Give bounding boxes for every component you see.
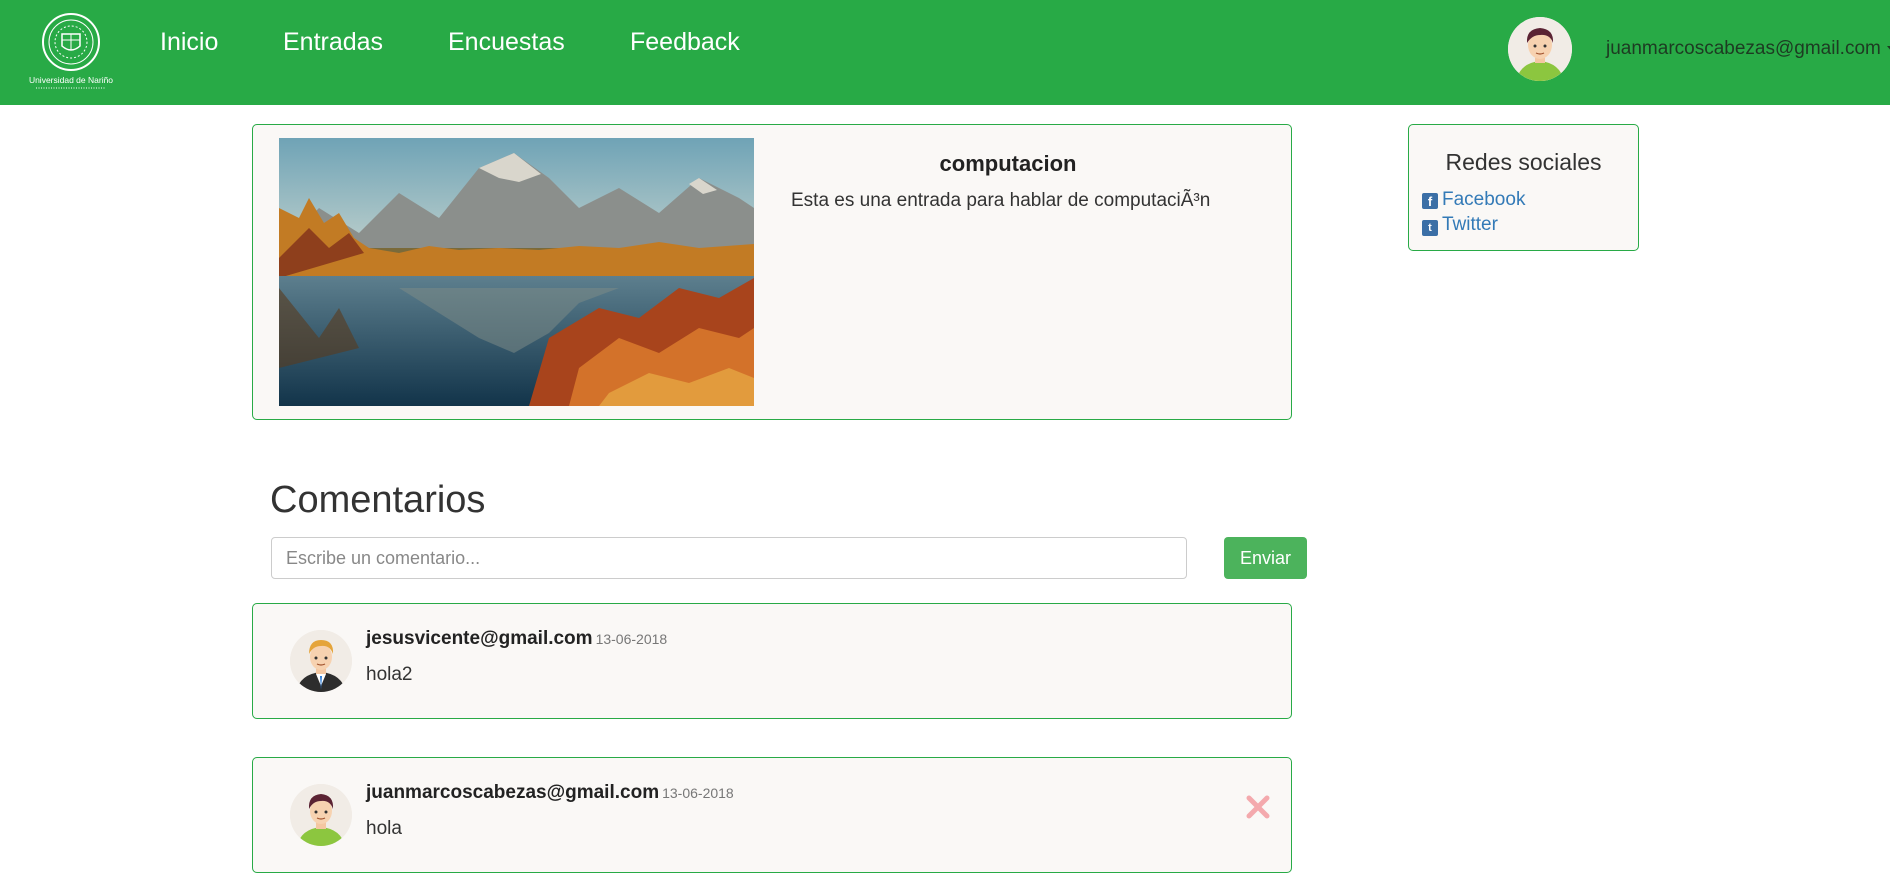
nav-link-encuestas[interactable]: Encuestas	[448, 28, 565, 57]
top-navbar: Universidad de Nariño Inicio Entradas En…	[0, 0, 1890, 105]
send-button[interactable]: Enviar	[1224, 537, 1307, 579]
nav-link-feedback[interactable]: Feedback	[630, 28, 740, 57]
comment-text: hola	[366, 818, 402, 839]
comment-date: 13-06-2018	[595, 631, 668, 647]
avatar-icon	[290, 630, 352, 692]
close-icon[interactable]	[1243, 792, 1273, 822]
comment-item: juanmarcoscabezas@gmail.com 13-06-2018 ho…	[252, 757, 1292, 873]
user-menu-dropdown[interactable]: juanmarcoscabezas@gmail.com	[1606, 38, 1890, 60]
twitter-link[interactable]: t Twitter	[1422, 214, 1498, 236]
comment-input[interactable]	[271, 537, 1187, 579]
post-panel: computacion Esta es una entrada para hab…	[252, 124, 1292, 420]
nav-link-inicio[interactable]: Inicio	[160, 28, 218, 57]
facebook-icon: f	[1422, 193, 1438, 209]
post-image	[279, 138, 754, 406]
nav-link-entradas[interactable]: Entradas	[283, 28, 383, 57]
social-title: Redes sociales	[1445, 149, 1602, 175]
post-title: computacion	[939, 151, 1077, 176]
social-panel: Redes sociales f Facebook t Twitter	[1408, 124, 1639, 251]
post-body: Esta es una entrada para hablar de compu…	[791, 190, 1211, 211]
facebook-link[interactable]: f Facebook	[1422, 189, 1525, 211]
comment-text: hola2	[366, 664, 413, 685]
comment-author: juanmarcoscabezas@gmail.com 13-06-2018	[366, 782, 734, 804]
avatar-icon	[290, 784, 352, 846]
comment-author: jesusvicente@gmail.com 13-06-2018	[366, 628, 667, 650]
comment-item: jesusvicente@gmail.com 13-06-2018 hola2	[252, 603, 1292, 719]
facebook-label: Facebook	[1442, 189, 1526, 210]
comment-author-email: juanmarcoscabezas@gmail.com	[366, 782, 660, 803]
twitter-label: Twitter	[1442, 214, 1498, 235]
user-avatar-icon[interactable]	[1508, 17, 1572, 81]
comments-heading: Comentarios	[270, 479, 486, 521]
twitter-icon: t	[1422, 220, 1438, 236]
user-email: juanmarcoscabezas@gmail.com	[1606, 38, 1881, 59]
comment-date: 13-06-2018	[662, 785, 734, 801]
comment-author-email: jesusvicente@gmail.com	[366, 628, 593, 649]
university-logo[interactable]: Universidad de Nariño	[24, 12, 118, 92]
logo-text: Universidad de Nariño	[29, 75, 113, 85]
